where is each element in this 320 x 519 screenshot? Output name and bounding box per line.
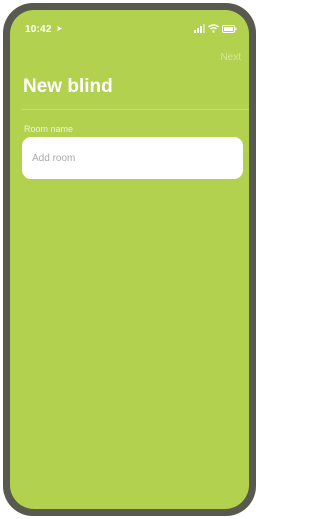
- signal-icon: [194, 24, 205, 33]
- room-name-label: Room name: [24, 124, 74, 134]
- next-button[interactable]: Next: [220, 52, 241, 63]
- status-icons: [194, 24, 237, 33]
- room-name-input[interactable]: [22, 137, 243, 179]
- location-arrow-icon: ➤: [56, 24, 63, 33]
- battery-icon: [222, 24, 237, 33]
- status-time: 10:42: [25, 24, 52, 35]
- status-bar: 10:42 ➤: [10, 10, 249, 42]
- app-screen: 10:42 ➤ Next New blind Room name Add roo…: [10, 10, 249, 509]
- header-divider: [21, 109, 249, 110]
- page-title: New blind: [23, 76, 113, 97]
- phone-frame: 10:42 ➤ Next New blind Room name Add roo…: [3, 3, 256, 516]
- wifi-icon: [208, 24, 219, 33]
